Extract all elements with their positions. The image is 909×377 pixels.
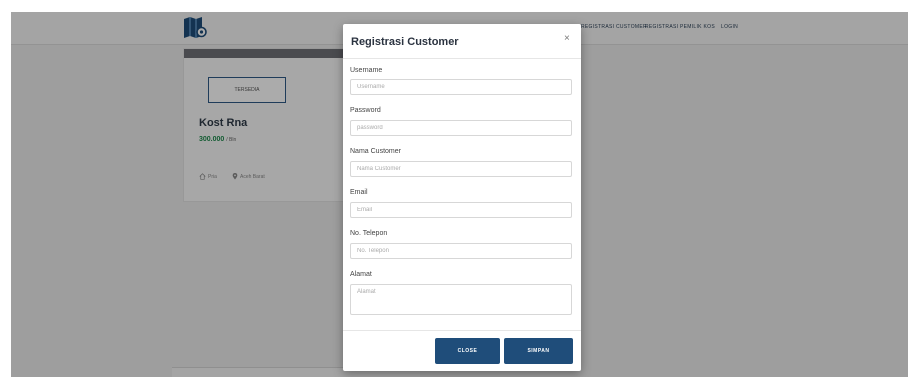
password-label: Password [350,107,381,114]
modal-footer-divider [343,330,581,331]
registration-modal: Registrasi Customer × Username Password … [343,24,581,371]
close-button[interactable]: CLOSE [435,338,500,364]
no-telepon-label: No. Telepon [350,230,388,237]
email-label: Email [350,189,368,196]
alamat-textarea[interactable] [350,284,572,315]
alamat-label: Alamat [350,271,372,278]
nama-customer-label: Nama Customer [350,148,401,155]
password-input[interactable] [350,120,572,136]
simpan-button[interactable]: SIMPAN [504,338,573,364]
username-input[interactable] [350,79,572,95]
nama-customer-input[interactable] [350,161,572,177]
email-input[interactable] [350,202,572,218]
close-icon[interactable]: × [564,33,570,44]
username-label: Username [350,67,383,74]
modal-title: Registrasi Customer [351,36,459,48]
modal-header: Registrasi Customer × [343,24,581,59]
no-telepon-input[interactable] [350,243,572,259]
